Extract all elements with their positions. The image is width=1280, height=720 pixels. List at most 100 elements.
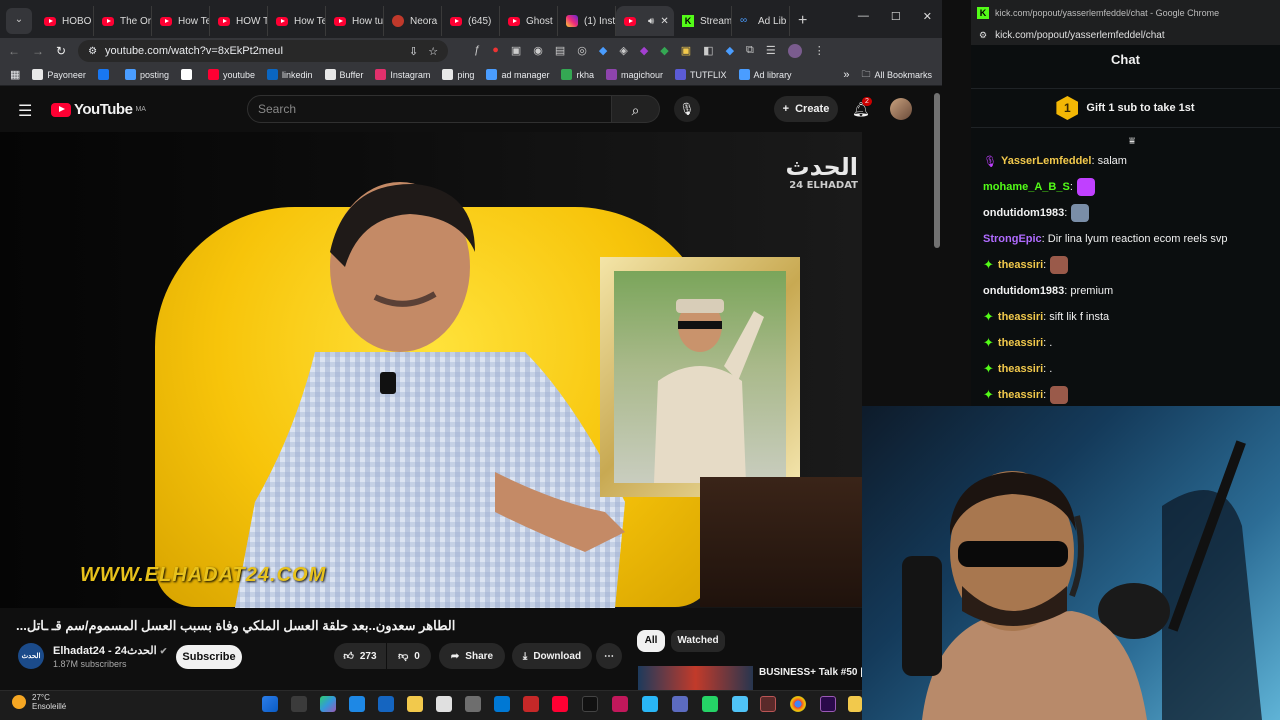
bookmark-item[interactable]: TUTFLIX bbox=[675, 69, 727, 80]
address-bar[interactable]: ⚙ youtube.com/watch?v=8xEkPt2meuI ⇩ ☆ bbox=[78, 40, 449, 62]
bookmark-item[interactable]: rkha bbox=[561, 69, 594, 80]
chrome-icon[interactable] bbox=[790, 696, 806, 712]
chat-username[interactable]: theassiri bbox=[998, 337, 1043, 349]
bookmark-item[interactable] bbox=[180, 69, 196, 80]
bookmark-item[interactable]: linkedin bbox=[267, 69, 313, 80]
app-icon[interactable] bbox=[378, 696, 394, 712]
search-input[interactable]: Search bbox=[247, 95, 612, 123]
back-icon[interactable]: ← bbox=[8, 44, 20, 58]
like-button[interactable]: 👍︎ 273 bbox=[334, 643, 386, 669]
tab-12[interactable]: ∞ Ad Lib bbox=[732, 6, 790, 36]
extension-icon[interactable]: ƒ bbox=[474, 44, 480, 58]
bookmark-item[interactable] bbox=[97, 69, 113, 80]
extension-icon[interactable]: ◎ bbox=[577, 44, 587, 58]
chat-username[interactable]: YasserLemfeddel bbox=[1001, 155, 1092, 167]
reload-icon[interactable]: ↻ bbox=[56, 44, 66, 58]
extension-icon[interactable]: ◆ bbox=[599, 44, 607, 58]
close-tab-icon[interactable]: ✕ bbox=[660, 16, 668, 27]
file-explorer-icon[interactable] bbox=[407, 696, 423, 712]
all-bookmarks-folder[interactable]: 🗀 All Bookmarks bbox=[861, 67, 932, 83]
video-player[interactable]: الحدث 24 ELHADAT WWW.ELHADAT24.COM bbox=[0, 132, 862, 608]
channel-name[interactable]: Elhadat24 - الحدث24 ✔ bbox=[53, 644, 167, 657]
bookmark-star-icon[interactable]: ☆ bbox=[428, 45, 438, 58]
search-button[interactable]: ⌕ bbox=[612, 95, 660, 123]
app-icon[interactable] bbox=[349, 696, 365, 712]
tab-10[interactable]: 🔊︎ ✕ bbox=[616, 6, 674, 36]
bookmark-item[interactable]: magichour bbox=[606, 69, 663, 80]
tab-11[interactable]: K Stream bbox=[674, 6, 732, 36]
app-icon[interactable] bbox=[732, 696, 748, 712]
extensions-puzzle-icon[interactable]: ⧉ bbox=[746, 44, 754, 58]
extension-icon[interactable]: ▣ bbox=[681, 44, 691, 58]
weather-widget[interactable]: 27°C Ensoleillé bbox=[12, 693, 66, 711]
app-icon[interactable] bbox=[612, 696, 628, 712]
extension-icon[interactable]: ● bbox=[492, 44, 499, 58]
youtube-logo[interactable]: YouTube MA bbox=[51, 101, 146, 118]
chip-all[interactable]: All bbox=[637, 630, 665, 652]
tab-7[interactable]: (645) bbox=[442, 6, 500, 36]
extension-icon[interactable]: ◧ bbox=[703, 44, 713, 58]
app-icon[interactable] bbox=[436, 696, 452, 712]
extension-icon[interactable]: ◆ bbox=[640, 44, 648, 58]
profile-avatar[interactable] bbox=[787, 44, 802, 58]
download-button[interactable]: ⤓ Download bbox=[512, 643, 592, 669]
app-icon[interactable] bbox=[760, 696, 776, 712]
recommended-video-thumbnail[interactable] bbox=[638, 666, 753, 690]
bookmark-item[interactable]: Buffer bbox=[324, 69, 363, 80]
tab-3[interactable]: HOW T bbox=[210, 6, 268, 36]
extension-icon[interactable]: ▣ bbox=[511, 44, 521, 58]
app-icon[interactable] bbox=[523, 696, 539, 712]
chat-username[interactable]: mohame_A_B_S bbox=[983, 181, 1070, 193]
chat-username[interactable]: StrongEpic bbox=[983, 233, 1042, 245]
new-tab-button[interactable]: + bbox=[798, 12, 807, 30]
copilot-icon[interactable] bbox=[320, 696, 336, 712]
dislike-button[interactable]: 👎︎ 0 bbox=[387, 643, 431, 669]
install-icon[interactable]: ⇩ bbox=[409, 45, 418, 58]
more-actions-button[interactable]: ⋯ bbox=[596, 643, 622, 669]
account-avatar[interactable] bbox=[890, 98, 912, 120]
tab-2[interactable]: How Te bbox=[152, 6, 210, 36]
browser-menu-icon[interactable]: ⋮ bbox=[814, 44, 825, 58]
chat-address-bar[interactable]: ⚙ kick.com/popout/yasserlemfeddel/chat bbox=[971, 25, 1280, 45]
bookmark-item[interactable]: ad manager bbox=[486, 69, 549, 80]
chat-username[interactable]: ondutidom1983 bbox=[983, 285, 1064, 297]
tab-8[interactable]: Ghost bbox=[500, 6, 558, 36]
chat-username[interactable]: theassiri bbox=[998, 389, 1043, 401]
subscribe-button[interactable]: Subscribe bbox=[176, 645, 242, 669]
bookmark-item[interactable]: Ad library bbox=[738, 69, 792, 80]
extension-icon[interactable]: ◆ bbox=[726, 44, 734, 58]
start-menu-icon[interactable] bbox=[262, 696, 278, 712]
side-panel-icon[interactable]: ☰ bbox=[766, 44, 776, 58]
tab-5[interactable]: How tu bbox=[326, 6, 384, 36]
recommended-video-title[interactable]: BUSINESS+ Talk #50 | bbox=[759, 667, 863, 678]
chip-watched[interactable]: Watched bbox=[671, 630, 725, 652]
task-view-icon[interactable] bbox=[291, 696, 307, 712]
tab-6[interactable]: Neora bbox=[384, 6, 442, 36]
tab-search-button[interactable]: ⌄ bbox=[6, 8, 32, 34]
premiere-icon[interactable] bbox=[820, 696, 836, 712]
tab-1[interactable]: The Or bbox=[94, 6, 152, 36]
channel-avatar[interactable]: الحدث bbox=[18, 643, 44, 669]
tiktok-icon[interactable] bbox=[582, 696, 598, 712]
page-scrollbar[interactable] bbox=[934, 93, 940, 248]
chat-username[interactable]: theassiri bbox=[998, 363, 1043, 375]
maximize-icon[interactable]: ☐ bbox=[891, 10, 901, 23]
create-button[interactable]: + Create bbox=[774, 96, 838, 122]
site-info-icon[interactable]: ⚙ bbox=[88, 46, 97, 57]
extension-icon[interactable]: ◆ bbox=[660, 44, 668, 58]
tab-9[interactable]: (1) Inst bbox=[558, 6, 616, 36]
minimize-icon[interactable]: — bbox=[858, 10, 869, 23]
more-bookmarks-icon[interactable]: » bbox=[843, 69, 849, 81]
bookmark-item[interactable]: ping bbox=[442, 69, 474, 80]
chat-username[interactable]: theassiri bbox=[998, 311, 1043, 323]
voice-search-button[interactable]: 🎙 bbox=[674, 96, 700, 122]
bookmark-item[interactable]: Instagram bbox=[375, 69, 430, 80]
app-icon[interactable] bbox=[848, 696, 862, 712]
tab-0[interactable]: HOBO bbox=[36, 6, 94, 36]
share-button[interactable]: ➦ Share bbox=[439, 643, 505, 669]
forward-icon[interactable]: → bbox=[32, 44, 44, 58]
close-window-icon[interactable]: ✕ bbox=[923, 10, 932, 23]
app-icon[interactable] bbox=[465, 696, 481, 712]
extension-icon[interactable]: ◉ bbox=[533, 44, 543, 58]
apps-grid-icon[interactable]: ▦ bbox=[10, 68, 20, 81]
